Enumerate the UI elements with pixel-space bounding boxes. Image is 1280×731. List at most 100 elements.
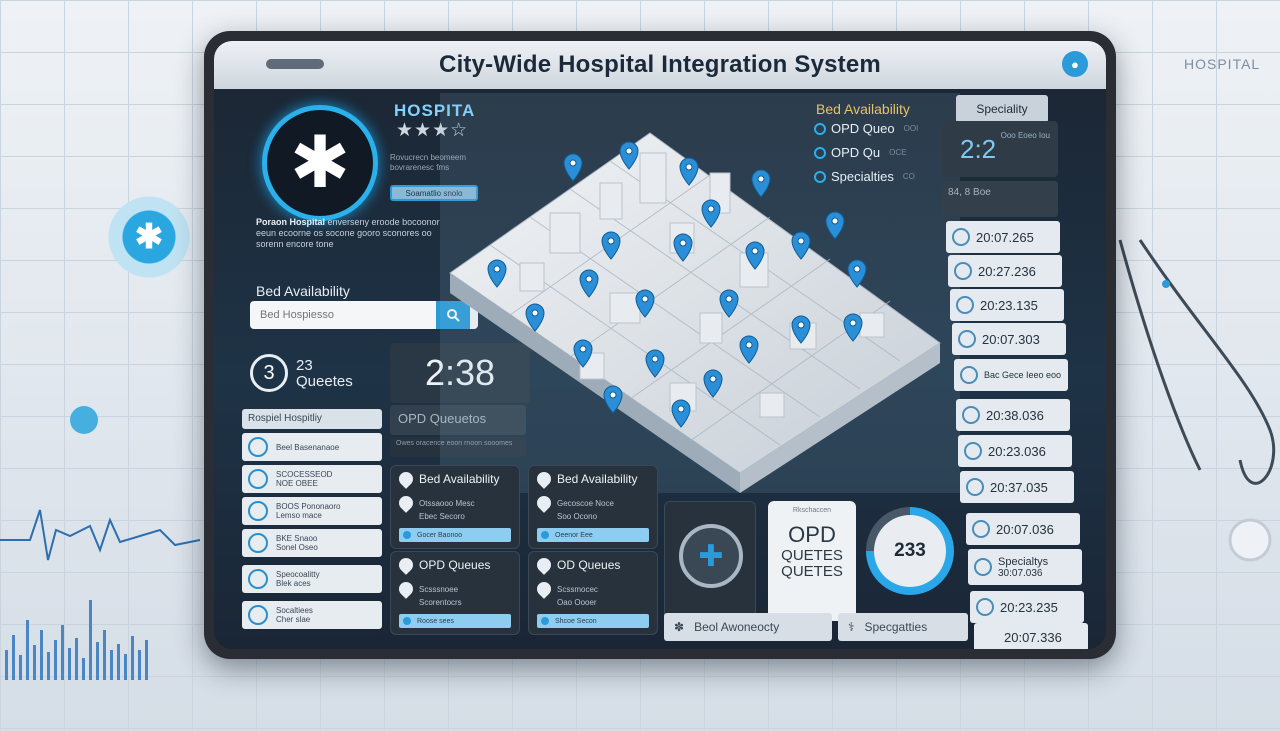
hospital-icon bbox=[248, 437, 268, 457]
time-row[interactable]: 20:07.303 bbox=[952, 323, 1066, 355]
time-row[interactable]: Bac Gece Ieeo eoo bbox=[954, 359, 1068, 391]
time-value: 20:07.336 bbox=[1004, 629, 1062, 645]
legend-extra: OCE bbox=[889, 148, 907, 157]
clock-icon bbox=[964, 442, 982, 460]
list-item[interactable]: BOOS Pononaoro Lemso mace bbox=[242, 497, 382, 525]
time-row[interactable]: 20:23.036 bbox=[958, 435, 1072, 467]
time-row[interactable]: 20:38.036 bbox=[956, 399, 1070, 431]
time-value: 20:07.265 bbox=[976, 229, 1034, 245]
opd-queues-panel[interactable]: Rkschaccen OPD QUETES QUETES bbox=[768, 501, 856, 621]
time-row[interactable]: 20:07.336 bbox=[974, 623, 1088, 649]
clock-icon bbox=[958, 330, 976, 348]
list-item[interactable]: BKE Snaoo Sonel Oseo bbox=[242, 529, 382, 557]
list-item-subtitle: Cher slae bbox=[276, 615, 311, 624]
legend-item[interactable]: OPD Queo OOI bbox=[814, 121, 918, 136]
big-value: 2:2 bbox=[960, 133, 997, 164]
map-pin-icon bbox=[396, 555, 416, 575]
card-row: Scsssnoee bbox=[419, 584, 459, 594]
app-title: City-Wide Hospital Integration System bbox=[439, 51, 881, 78]
time-value: 20:07.303 bbox=[982, 331, 1040, 347]
time-row[interactable]: 20:23.235 bbox=[970, 591, 1084, 623]
bed-availability-card[interactable]: Bed Availability Gecoscoe Noce Soo Ocono… bbox=[528, 465, 658, 549]
legend-marker-icon bbox=[814, 122, 826, 135]
queue-count-number: 23 bbox=[296, 357, 313, 374]
card-row: Gecoscoe Noce bbox=[557, 498, 614, 508]
card-row: Soo Ocono bbox=[557, 512, 598, 521]
time-row[interactable]: 20:27.236 bbox=[948, 255, 1062, 287]
bed-availability-title: Bed Availability bbox=[816, 101, 910, 117]
list-item-title: Beel Basenanaoe bbox=[276, 442, 340, 452]
map-pin-icon bbox=[534, 579, 554, 599]
background-bar-graph bbox=[5, 600, 148, 680]
opd-panel-line: QUETES bbox=[781, 563, 843, 580]
time-value: 20:07.036 bbox=[996, 521, 1054, 537]
card-title: Bed Availability bbox=[419, 472, 500, 486]
clock-icon bbox=[956, 296, 974, 314]
legend-marker-icon bbox=[814, 170, 826, 183]
list-item-subtitle: Sonel Oseo bbox=[276, 543, 318, 552]
time-row[interactable]: 20:37.035 bbox=[960, 471, 1074, 503]
search-input[interactable] bbox=[250, 309, 436, 321]
map-pin-icon bbox=[396, 469, 416, 489]
od-queues-card[interactable]: OD Queues Scssmocec Oao Oooer Shcoe Seco… bbox=[528, 551, 658, 635]
list-item[interactable]: Beel Basenanaoe bbox=[242, 433, 382, 461]
time-row[interactable]: 20:23.135 bbox=[950, 289, 1064, 321]
clock-icon bbox=[954, 262, 972, 280]
time-value: 20:38.036 bbox=[986, 407, 1044, 423]
hospital-icon bbox=[248, 533, 268, 553]
queue-count: 3 bbox=[250, 354, 288, 392]
list-item[interactable]: Speocoalitty Blek aces bbox=[242, 565, 382, 593]
legend-label: Specialties bbox=[831, 169, 894, 184]
dashboard-screen: City-Wide Hospital Integration System ● … bbox=[214, 41, 1106, 649]
background-medical-icon: ✱ bbox=[108, 196, 190, 278]
card-row: Scorentocrs bbox=[419, 598, 462, 607]
background-dot bbox=[70, 406, 98, 434]
time-sub: 30:07.036 bbox=[998, 567, 1043, 579]
opd-panel-line: QUETES bbox=[781, 547, 843, 564]
heart-rate-icon bbox=[976, 598, 994, 616]
card-row: Otssaooo Mesc bbox=[419, 498, 475, 508]
queue-count-label: 23 Queetes bbox=[296, 358, 353, 390]
queue-count-text: Queetes bbox=[296, 373, 353, 390]
clock-icon bbox=[972, 520, 990, 538]
card-progress-bar: Oeenor Eee bbox=[537, 528, 649, 542]
legend-item[interactable]: OPD Qu OCE bbox=[814, 145, 906, 160]
map-pin-icon bbox=[534, 555, 554, 575]
card-row: Ebec Secoro bbox=[419, 512, 465, 521]
gauge-value: 233 bbox=[874, 515, 946, 587]
list-item-title: BKE Snaoo bbox=[276, 534, 318, 543]
notification-icon[interactable]: ● bbox=[1062, 51, 1088, 77]
opd-panel-title: OPD bbox=[788, 522, 836, 547]
time-value: 20:27.236 bbox=[978, 263, 1036, 279]
time-row[interactable]: 20:07.265 bbox=[946, 221, 1060, 253]
legend-label: OPD Queo bbox=[831, 121, 895, 136]
medical-card[interactable]: ✚ bbox=[664, 501, 756, 621]
bed-availability-pill[interactable]: ✽ Beol Awoneocty bbox=[664, 613, 832, 641]
specialties-icon: ⚕ bbox=[848, 620, 855, 634]
legend-extra: OOI bbox=[903, 124, 919, 133]
legend-item[interactable]: Specialties CO bbox=[814, 169, 915, 184]
card-row: Scssmocec bbox=[557, 584, 598, 594]
list-item-title: SCOCESSEOD bbox=[276, 470, 333, 479]
clock-icon bbox=[966, 478, 984, 496]
title-bar: City-Wide Hospital Integration System ● bbox=[214, 41, 1106, 89]
list-item-subtitle: NOE OBEE bbox=[276, 479, 318, 488]
specialties-pill[interactable]: ⚕ Specgatties bbox=[838, 613, 968, 641]
card-progress-bar: Gocer Baonoo bbox=[399, 528, 511, 542]
window-control[interactable] bbox=[266, 59, 324, 69]
time-row[interactable]: Specialtys 30:07.036 bbox=[968, 549, 1082, 585]
clock-icon bbox=[960, 366, 978, 384]
clock-icon bbox=[952, 228, 970, 246]
list-item[interactable]: Socaltiees Cher slae bbox=[242, 601, 382, 629]
time-row[interactable]: 20:07.036 bbox=[966, 513, 1080, 545]
legend-marker-icon bbox=[814, 146, 826, 159]
speciality-title: Speciality bbox=[956, 95, 1048, 123]
hospital-description: Poraon Hospital enverseny eroode bocoono… bbox=[256, 217, 456, 250]
time-value: 20:23.235 bbox=[1000, 599, 1058, 615]
bed-availability-card[interactable]: Bed Availability Otssaooo Mesc Ebec Seco… bbox=[390, 465, 520, 549]
stethoscope-icon bbox=[1118, 239, 1276, 562]
map-pin-icon bbox=[534, 469, 554, 489]
opd-queues-card[interactable]: OPD Queues Scsssnoee Scorentocrs Roose s… bbox=[390, 551, 520, 635]
map-pin-icon bbox=[396, 493, 416, 513]
list-item[interactable]: SCOCESSEOD NOE OBEE bbox=[242, 465, 382, 493]
